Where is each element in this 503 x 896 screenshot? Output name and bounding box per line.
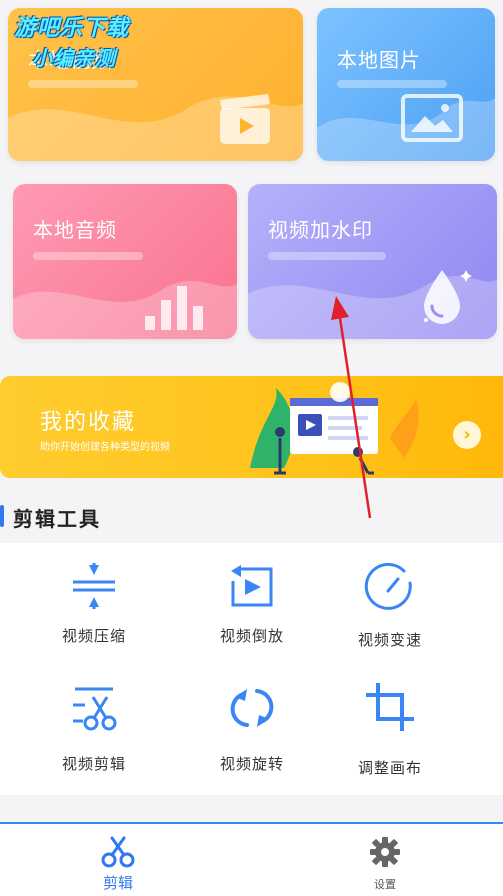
tool-video-rotate[interactable]: 视频旋转 bbox=[182, 683, 322, 774]
editing-tools-panel: 视频压缩 视频倒放 视频变速 视频剪辑 视频旋转 调整画布 bbox=[0, 543, 503, 795]
crop-icon bbox=[366, 683, 414, 731]
watermark-logo-line2: 小编亲测 bbox=[32, 46, 116, 70]
local-audio-card[interactable]: 本地音频 bbox=[13, 184, 237, 339]
tool-adjust-canvas[interactable]: 调整画布 bbox=[320, 681, 460, 778]
card-decoration-bar bbox=[268, 252, 386, 260]
tool-label: 视频变速 bbox=[357, 631, 422, 649]
bottom-tab-bar: 剪辑 设置 bbox=[0, 822, 503, 896]
favorites-arrow-icon[interactable]: › bbox=[453, 421, 481, 449]
tool-video-compress[interactable]: 视频压缩 bbox=[24, 561, 164, 646]
tool-label: 视频倒放 bbox=[219, 627, 284, 645]
watermark-logo: 游吧乐下载 小编亲测 bbox=[14, 10, 129, 71]
tool-video-cut[interactable]: 视频剪辑 bbox=[24, 683, 164, 774]
section-header: 剪辑工具 bbox=[0, 496, 503, 536]
section-accent-mark bbox=[0, 505, 4, 527]
favorites-banner[interactable]: 我的收藏 助你开始创建各种类型的视频 › bbox=[0, 376, 503, 478]
image-icon bbox=[401, 94, 463, 142]
section-title: 剪辑工具 bbox=[13, 507, 101, 531]
local-image-card[interactable]: 本地图片 bbox=[317, 8, 495, 161]
scissors-edit-icon bbox=[73, 687, 117, 731]
card-title: 视频加水印 bbox=[268, 218, 373, 242]
tool-video-reverse[interactable]: 视频倒放 bbox=[182, 561, 322, 646]
water-drop-icon bbox=[424, 270, 472, 324]
card-decoration-bar bbox=[28, 80, 138, 88]
tab-label: 剪辑 bbox=[102, 874, 133, 892]
card-decoration-bar bbox=[33, 252, 143, 260]
compress-icon bbox=[73, 563, 115, 609]
tool-label: 视频压缩 bbox=[61, 627, 126, 645]
card-decoration-bar bbox=[337, 80, 447, 88]
audio-bars-icon bbox=[145, 286, 203, 330]
favorites-title: 我的收藏 bbox=[40, 410, 137, 435]
favorites-subtitle: 助你开始创建各种类型的视频 bbox=[40, 442, 170, 453]
tool-label: 调整画布 bbox=[357, 759, 422, 777]
card-title: 本地图片 bbox=[337, 48, 421, 72]
card-title: 本地音频 bbox=[33, 218, 117, 242]
tool-video-speed[interactable]: 视频变速 bbox=[320, 561, 460, 650]
tab-settings[interactable]: 设置 bbox=[345, 836, 425, 892]
rotate-icon bbox=[230, 689, 274, 727]
tab-label: 设置 bbox=[374, 878, 396, 891]
tab-edit[interactable]: 剪辑 bbox=[78, 836, 158, 893]
speed-gauge-icon bbox=[364, 562, 412, 610]
scissors-icon bbox=[101, 836, 135, 868]
favorites-illustration bbox=[250, 382, 419, 475]
add-watermark-card[interactable]: 视频加水印 bbox=[248, 184, 497, 339]
tool-label: 视频旋转 bbox=[219, 755, 284, 773]
tool-label: 视频剪辑 bbox=[61, 755, 126, 773]
clapperboard-icon bbox=[220, 94, 270, 144]
gear-icon bbox=[370, 837, 400, 867]
watermark-logo-line1: 游吧乐下载 bbox=[14, 16, 130, 41]
reverse-play-icon bbox=[231, 565, 273, 607]
